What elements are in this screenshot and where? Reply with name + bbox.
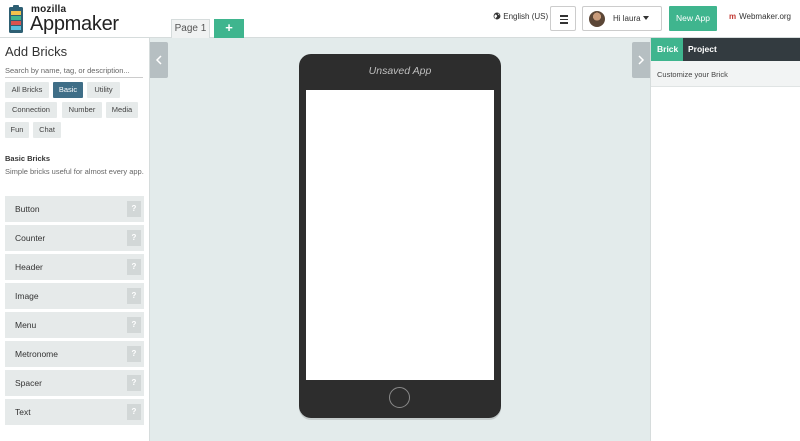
webmaker-logo-icon: m xyxy=(729,12,737,21)
panel-tab-bar: Brick Project xyxy=(651,38,800,61)
appmaker-logo-icon xyxy=(9,5,23,33)
brick-spacer[interactable]: Spacer ? xyxy=(5,370,144,396)
user-greeting: Hi laura xyxy=(613,14,649,23)
filter-connection[interactable]: Connection xyxy=(5,102,57,118)
appmaker-logo[interactable]: mozilla Appmaker xyxy=(9,4,121,35)
phone-preview: Unsaved App xyxy=(299,54,501,418)
brick-counter[interactable]: Counter ? xyxy=(5,225,144,251)
home-button-icon xyxy=(389,387,410,408)
new-app-button[interactable]: New App xyxy=(669,6,717,31)
brick-label: Image xyxy=(15,291,39,301)
brick-label: Counter xyxy=(15,233,46,243)
hamburger-menu-button[interactable] xyxy=(550,6,576,31)
help-icon[interactable]: ? xyxy=(127,259,141,275)
brick-label: Text xyxy=(15,407,31,417)
filter-fun[interactable]: Fun xyxy=(5,122,29,138)
webmaker-link[interactable]: m Webmaker.org xyxy=(729,12,791,21)
top-bar: mozilla Appmaker Page 1 + English (US) H… xyxy=(0,0,800,38)
chevron-right-icon xyxy=(638,55,645,65)
user-greeting-text: Hi laura xyxy=(613,14,641,23)
app-title[interactable]: Unsaved App xyxy=(299,65,501,77)
brick-text[interactable]: Text ? xyxy=(5,399,144,425)
brick-image[interactable]: Image ? xyxy=(5,283,144,309)
panel-subheader: Customize your Brick xyxy=(651,61,800,87)
add-bricks-sidebar: Add Bricks All Bricks Basic Utility Conn… xyxy=(0,38,150,441)
panel-subheader-text: Customize your Brick xyxy=(657,70,728,79)
chevron-left-icon xyxy=(155,55,162,65)
webmaker-label: Webmaker.org xyxy=(739,12,791,21)
sidebar-title: Add Bricks xyxy=(5,44,68,59)
brick-search-input[interactable] xyxy=(5,64,143,78)
caret-down-icon xyxy=(642,16,649,20)
filter-number[interactable]: Number xyxy=(62,102,102,118)
phone-screen[interactable] xyxy=(306,90,494,380)
hamburger-icon-line xyxy=(560,22,568,24)
help-icon[interactable]: ? xyxy=(127,346,141,362)
brick-button[interactable]: Button ? xyxy=(5,196,144,222)
brick-header[interactable]: Header ? xyxy=(5,254,144,280)
brick-menu[interactable]: Menu ? xyxy=(5,312,144,338)
add-page-button[interactable]: + xyxy=(214,19,244,38)
help-icon[interactable]: ? xyxy=(127,230,141,246)
hamburger-icon-line xyxy=(560,18,568,20)
customize-panel: Brick Project Customize your Brick xyxy=(650,38,800,441)
filter-utility[interactable]: Utility xyxy=(87,82,120,98)
logo-appmaker-text: Appmaker xyxy=(30,13,119,35)
filter-media[interactable]: Media xyxy=(106,102,138,118)
filter-all-bricks[interactable]: All Bricks xyxy=(5,82,49,98)
tab-project[interactable]: Project xyxy=(688,38,748,61)
globe-icon xyxy=(493,12,501,20)
brick-label: Spacer xyxy=(15,378,42,388)
language-label: English (US) xyxy=(503,12,549,21)
filter-basic[interactable]: Basic xyxy=(53,82,83,98)
help-icon[interactable]: ? xyxy=(127,317,141,333)
user-menu-button[interactable]: Hi laura xyxy=(582,6,662,31)
brick-section-title: Basic Bricks xyxy=(5,154,51,163)
hamburger-icon-line xyxy=(560,15,568,17)
language-selector[interactable]: English (US) xyxy=(493,12,548,21)
avatar xyxy=(589,11,605,27)
brick-section-description: Simple bricks useful for almost every ap… xyxy=(5,167,144,176)
brick-label: Button xyxy=(15,204,40,214)
help-icon[interactable]: ? xyxy=(127,201,141,217)
help-icon[interactable]: ? xyxy=(127,288,141,304)
brick-label: Metronome xyxy=(15,349,58,359)
brick-label: Header xyxy=(15,262,43,272)
brick-label: Menu xyxy=(15,320,37,330)
filter-chat[interactable]: Chat xyxy=(33,122,61,138)
brick-metronome[interactable]: Metronome ? xyxy=(5,341,144,367)
help-icon[interactable]: ? xyxy=(127,375,141,391)
tab-brick[interactable]: Brick xyxy=(651,38,683,61)
help-icon[interactable]: ? xyxy=(127,404,141,420)
tab-page-1[interactable]: Page 1 xyxy=(171,19,210,38)
collapse-right-panel-button[interactable] xyxy=(632,42,650,78)
collapse-left-panel-button[interactable] xyxy=(150,42,168,78)
